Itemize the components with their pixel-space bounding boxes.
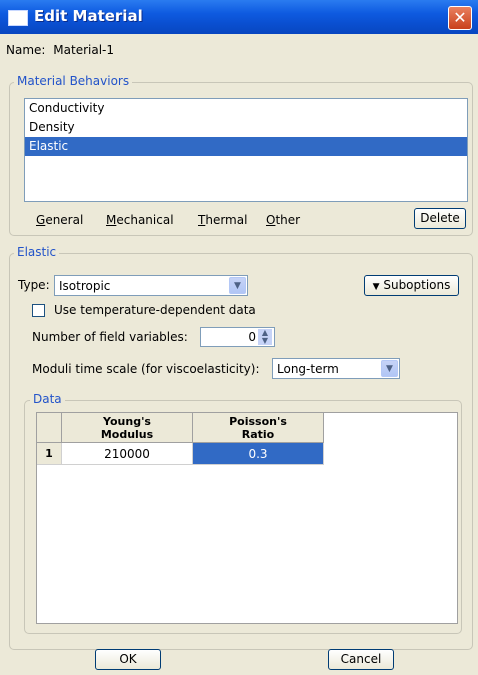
behavior-item-density[interactable]: Density [25,118,467,137]
window-icon [8,10,28,26]
suboptions-button[interactable]: ▼ Suboptions [364,275,459,296]
spinner-arrows-icon[interactable]: ▲ ▼ [258,329,272,345]
menu-general-hotkey: G [36,213,46,227]
menu-other-text: ther [275,213,301,227]
name-row: Name: Material-1 [6,43,114,57]
cancel-button[interactable]: Cancel [328,649,394,670]
column-header-poissons-ratio[interactable]: Poisson's Ratio [193,413,324,443]
data-title: Data [30,392,65,406]
menu-general[interactable]: General [36,213,83,227]
moduli-time-scale-value: Long-term [277,362,339,376]
menu-mechanical-text: echanical [116,213,174,227]
chevron-down-icon: ▼ [381,360,398,377]
ok-button[interactable]: OK [95,649,161,670]
field-variables-spinner[interactable]: 0 ▲ ▼ [200,327,275,347]
material-name-value: Material-1 [53,43,114,57]
type-label: Type: [18,278,50,292]
field-variables-value: 0 [248,330,256,344]
row-index: 1 [37,443,62,465]
menu-other[interactable]: Other [266,213,300,227]
youngs-modulus-cell[interactable]: 210000 [62,443,193,465]
moduli-time-scale-label: Moduli time scale (for viscoelasticity): [32,362,260,376]
menu-thermal-text: hermal [205,213,248,227]
caret-down-icon: ▼ [372,282,380,292]
column-header-youngs-modulus[interactable]: Young's Modulus [62,413,193,443]
menu-thermal[interactable]: Thermal [198,213,247,227]
suboptions-label: Suboptions [383,278,451,292]
name-label: Name: [6,43,46,57]
menu-mechanical-hotkey: M [106,213,117,227]
menu-mechanical[interactable]: Mechanical [106,213,174,227]
temperature-dependent-checkbox[interactable] [32,304,45,317]
window-title: Edit Material [34,7,143,25]
material-behaviors-title: Material Behaviors [14,74,133,88]
menu-general-text: eneral [45,213,84,227]
chevron-down-icon: ▼ [229,277,246,294]
type-select-value: Isotropic [59,279,111,293]
behaviors-list[interactable]: Conductivity Density Elastic [24,98,468,202]
row-index-header [37,413,62,443]
moduli-time-scale-select[interactable]: Long-term ▼ [272,358,400,379]
type-select[interactable]: Isotropic ▼ [54,275,248,296]
field-variables-label: Number of field variables: [32,330,188,344]
behavior-item-elastic[interactable]: Elastic [25,137,467,156]
behavior-item-conductivity[interactable]: Conductivity [25,99,467,118]
edit-material-dialog: Edit Material ✕ Name: Material-1 Materia… [0,0,478,675]
title-bar[interactable]: Edit Material ✕ [0,0,478,34]
poissons-ratio-cell[interactable]: 0.3 [193,443,324,465]
close-button[interactable]: ✕ [448,6,472,30]
temperature-dependent-label: Use temperature-dependent data [54,303,256,317]
delete-button[interactable]: Delete [414,208,466,229]
elastic-title: Elastic [14,245,60,259]
data-table[interactable]: Young's Modulus Poisson's Ratio 1 210000… [36,412,458,624]
